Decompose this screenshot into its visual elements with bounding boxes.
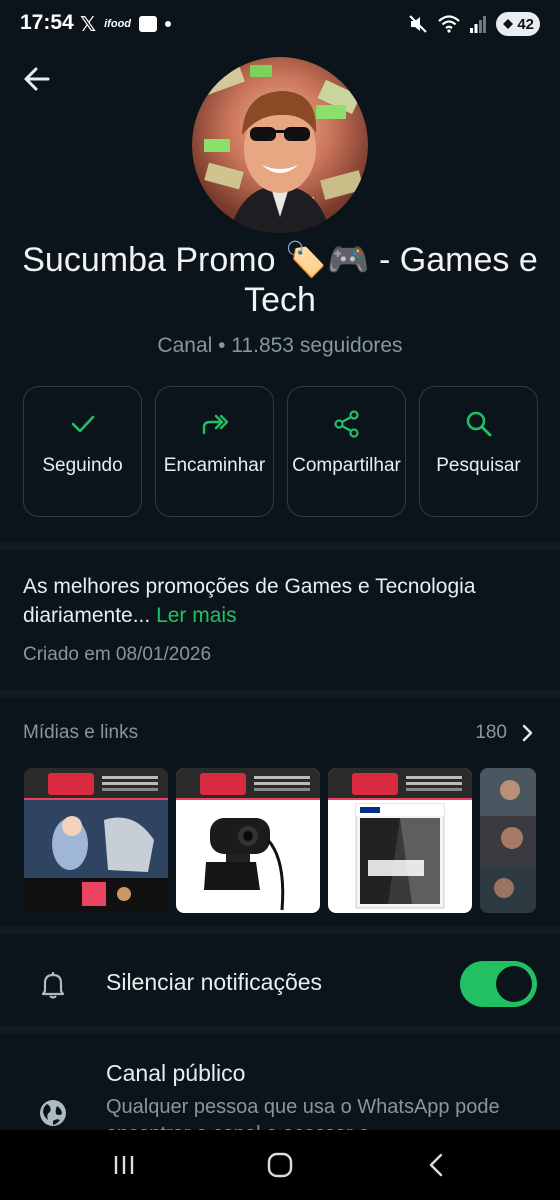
back-nav-icon bbox=[429, 1153, 443, 1177]
message-icon bbox=[139, 16, 158, 32]
media-title: Mídias e links bbox=[23, 722, 139, 743]
dot-icon bbox=[165, 21, 172, 27]
search-button[interactable]: Pesquisar bbox=[419, 386, 538, 517]
media-thumbnail[interactable] bbox=[480, 768, 536, 913]
public-channel-description: Qualquer pessoa que usa o WhatsApp pode … bbox=[106, 1096, 500, 1130]
following-label: Seguindo bbox=[42, 455, 123, 476]
section-divider bbox=[0, 926, 560, 934]
status-time: 17:54 bbox=[20, 11, 74, 34]
share-button[interactable]: Compartilhar bbox=[287, 386, 406, 517]
wifi-icon bbox=[438, 15, 461, 33]
back-nav-button[interactable] bbox=[416, 1150, 456, 1180]
promo-banner bbox=[176, 768, 320, 800]
battery-level: 42 bbox=[517, 15, 534, 33]
section-divider bbox=[0, 542, 560, 550]
channel-title: Sucumba Promo 🏷️🎮 - Games e Tech bbox=[22, 241, 538, 319]
mute-icon bbox=[409, 15, 428, 33]
home-button[interactable] bbox=[260, 1150, 300, 1180]
search-label: Pesquisar bbox=[436, 455, 521, 476]
channel-description: As melhores promoções de Games e Tecnolo… bbox=[23, 572, 543, 630]
media-count-value: 180 bbox=[475, 722, 507, 743]
recents-icon bbox=[114, 1156, 134, 1174]
webcam-image bbox=[204, 818, 285, 911]
game-cover-image bbox=[355, 803, 445, 909]
section-divider bbox=[0, 690, 560, 698]
recents-button[interactable] bbox=[104, 1150, 144, 1180]
media-thumbnail[interactable] bbox=[24, 768, 168, 913]
battery-saver-icon bbox=[503, 19, 514, 29]
share-icon bbox=[333, 410, 359, 438]
avatar-image bbox=[199, 60, 364, 233]
signal-icon bbox=[470, 16, 487, 33]
media-count: 180 bbox=[475, 722, 533, 744]
back-button[interactable] bbox=[20, 62, 54, 96]
forward-label: Encaminhar bbox=[163, 455, 266, 476]
media-thumbnail[interactable] bbox=[176, 768, 320, 913]
ifood-icon: ifood bbox=[104, 18, 132, 30]
public-channel-title[interactable]: Canal público bbox=[106, 1060, 245, 1087]
system-nav-bar bbox=[0, 1130, 560, 1200]
battery-indicator: 42 bbox=[496, 12, 540, 36]
game-art-image bbox=[24, 800, 168, 913]
forward-icon bbox=[202, 414, 228, 435]
home-icon bbox=[267, 1152, 293, 1178]
channel-subtitle: Canal • 11.853 seguidores bbox=[157, 334, 403, 357]
system-icons: 42 bbox=[408, 12, 540, 36]
toggle-knob bbox=[496, 966, 532, 1002]
mute-notifications-row[interactable]: Silenciar notificações bbox=[0, 944, 560, 1024]
action-buttons: Seguindo Encaminhar Compartilhar Pesquis… bbox=[23, 386, 538, 517]
share-label: Compartilhar bbox=[292, 455, 401, 476]
check-icon bbox=[71, 415, 94, 433]
bell-icon bbox=[41, 972, 65, 999]
mute-label: Silenciar notificações bbox=[106, 969, 323, 995]
created-date: Criado em 08/01/2026 bbox=[23, 644, 212, 665]
arrow-left-icon bbox=[24, 67, 50, 91]
promo-banner bbox=[328, 768, 472, 800]
section-divider bbox=[0, 1026, 560, 1034]
channel-avatar[interactable] bbox=[192, 57, 368, 233]
media-thumbnails bbox=[24, 768, 536, 913]
globe-icon bbox=[40, 1100, 66, 1126]
status-bar: 17:54 𝕏 ifood 42 bbox=[0, 0, 560, 50]
description-text: As melhores promoções de Games e Tecnolo… bbox=[23, 575, 476, 627]
x-icon: 𝕏 bbox=[80, 12, 97, 36]
media-thumbnail[interactable] bbox=[328, 768, 472, 913]
read-more-link[interactable]: Ler mais bbox=[156, 604, 237, 627]
promo-banner bbox=[24, 768, 168, 800]
mute-toggle[interactable] bbox=[460, 961, 537, 1007]
media-links-header[interactable]: Mídias e links 180 bbox=[23, 722, 533, 744]
following-button[interactable]: Seguindo bbox=[23, 386, 142, 517]
search-icon bbox=[466, 411, 491, 437]
notification-icons: 𝕏 ifood bbox=[80, 12, 172, 36]
game-screenshot-image bbox=[480, 768, 536, 913]
chevron-right-icon bbox=[522, 724, 533, 742]
forward-button[interactable]: Encaminhar bbox=[155, 386, 274, 517]
